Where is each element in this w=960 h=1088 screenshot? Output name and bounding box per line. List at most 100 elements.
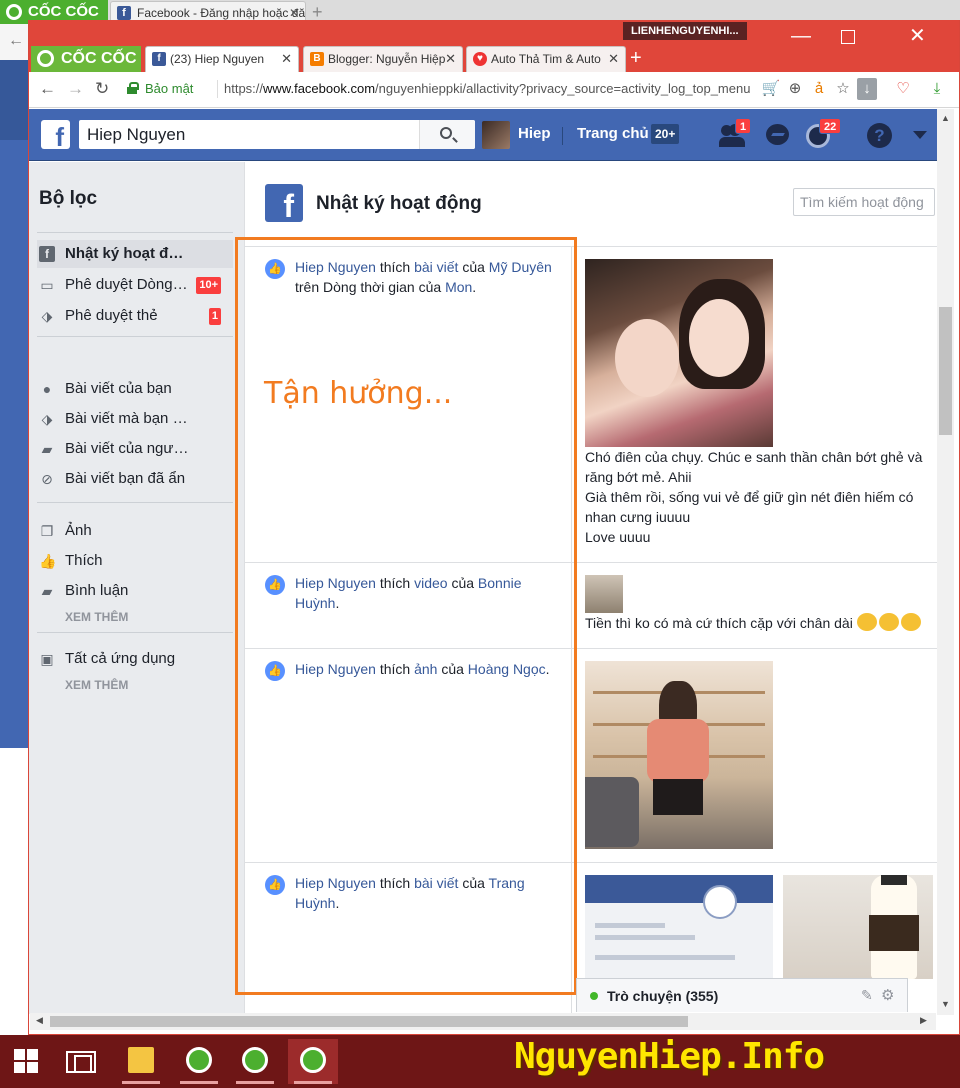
scroll-down-icon[interactable]: ▼ — [941, 999, 950, 1009]
comment-icon: ▰ — [41, 583, 53, 599]
zoom-icon[interactable]: ⊕ — [785, 78, 805, 100]
sidebar-item-all-apps[interactable]: ▣ Tất cả ứng dụng — [37, 645, 233, 673]
tab-facebook[interactable]: f (23) Hiep Nguyen ✕ — [145, 46, 299, 72]
back-arrow-icon[interactable]: ← — [8, 32, 24, 50]
sidebar-item-tag-review[interactable]: ⬗ Phê duyệt thẻ 1 — [37, 302, 233, 330]
back-button[interactable]: ← — [39, 80, 56, 98]
laughing-cat-emoji-icon — [878, 613, 899, 631]
profile-label[interactable]: LIENHENGUYENHI... — [623, 22, 747, 40]
scroll-left-icon[interactable]: ◀ — [36, 1015, 43, 1026]
activity-media — [585, 875, 937, 979]
tab-blogger[interactable]: B Blogger: Nguyễn Hiệp ✕ — [303, 46, 463, 72]
sidebar-item-timeline-review[interactable]: ▭Phê duyệt Dòng thời gian10+ — [37, 271, 233, 299]
hidden-icon: ⊘ — [41, 471, 53, 487]
address-bar: ← → ↻ Bảo mật https://www.facebook.com/n… — [29, 72, 959, 108]
coccoc-taskbar-icon[interactable] — [230, 1039, 280, 1084]
help-icon[interactable]: ? — [867, 122, 895, 148]
divider — [37, 336, 233, 337]
liked-photo[interactable] — [585, 661, 773, 849]
sidebar-item-hidden-posts[interactable]: ⊘ Bài viết bạn đã ẩn — [37, 465, 233, 493]
activity-search-input[interactable] — [794, 189, 934, 215]
task-view-icon[interactable] — [66, 1051, 96, 1073]
address-bar-icons: 🛒 ⊕ ả ☆ ↓ ♡ ⤓ — [761, 78, 947, 100]
sidebar-item-likes[interactable]: 👍 Thích — [37, 547, 233, 575]
close-window-button[interactable]: ✕ — [909, 26, 926, 46]
close-tab-icon[interactable]: ✕ — [281, 47, 292, 71]
account-menu-caret-icon[interactable] — [911, 122, 939, 148]
notifications-icon[interactable]: 22 — [805, 118, 842, 148]
minimize-button[interactable]: — — [791, 26, 811, 46]
friend-requests-icon[interactable]: 1 — [719, 118, 752, 148]
cart-icon[interactable]: 🛒 — [761, 78, 781, 100]
coccoc-taskbar-icon[interactable] — [174, 1039, 224, 1084]
lock-icon — [127, 82, 139, 94]
sidebar-item-your-posts[interactable]: ● Bài viết của bạn — [37, 375, 233, 403]
search-input[interactable] — [87, 123, 417, 146]
title-bar: CỐC CỐC LIENHENGUYENHI... — ✕ f (23) Hiep… — [29, 20, 959, 72]
post-screenshot-image[interactable] — [585, 875, 773, 979]
download-arrow-icon[interactable]: ↓ — [857, 78, 877, 100]
maximize-button[interactable] — [841, 26, 855, 48]
scroll-right-icon[interactable]: ▶ — [920, 1015, 927, 1026]
facebook-logo-icon[interactable]: f — [41, 120, 70, 149]
divider — [37, 232, 233, 233]
background-new-tab-icon[interactable]: + — [312, 2, 323, 22]
scroll-thumb[interactable] — [939, 307, 952, 435]
divider — [37, 502, 233, 503]
home-link[interactable]: Trang chủ — [577, 125, 649, 142]
scroll-up-icon[interactable]: ▲ — [941, 113, 950, 123]
coccoc-icon — [6, 4, 22, 20]
post-product-image[interactable] — [783, 875, 933, 979]
browser-logo[interactable]: CỐC CỐC — [31, 46, 141, 72]
video-thumbnail[interactable] — [585, 575, 623, 613]
chat-bar[interactable]: Trò chuyện (355) ✎ ⚙ — [576, 978, 908, 1012]
friend-requests-badge: 1 — [735, 118, 752, 134]
facebook-header: f Hiep Trang chủ 20+ 1 22 ? — [29, 109, 937, 161]
file-explorer-icon[interactable] — [116, 1039, 166, 1084]
avatar[interactable] — [482, 121, 510, 149]
forward-button[interactable]: → — [67, 80, 84, 98]
watermark: NguyenHiep.Info — [514, 1036, 825, 1077]
video-caption: Tiền thì ko có mà cứ thích cặp với chân … — [585, 613, 937, 633]
close-tab-icon[interactable]: ✕ — [608, 47, 619, 71]
sidebar-item-others-posts[interactable]: ▰Bài viết của người khác — [37, 435, 233, 463]
tab-auto-tha-tim[interactable]: ♥ Auto Thả Tim & Auto ✕ — [466, 46, 626, 72]
new-tab-button[interactable]: + — [630, 48, 642, 68]
vertical-scrollbar[interactable]: ▲ ▼ — [937, 109, 954, 1015]
like-icon: 👍 — [39, 553, 57, 569]
search-button[interactable] — [419, 120, 475, 149]
activity-media: Tiền thì ko có mà cứ thích cặp với chân … — [585, 575, 937, 633]
facebook-search — [79, 120, 475, 149]
see-more-link[interactable]: XEM THÊM — [65, 610, 128, 624]
sidebar-item-comments[interactable]: ▰ Bình luận — [37, 577, 233, 605]
shield-extension-icon[interactable]: ♡ — [893, 78, 913, 100]
sidebar-item-photos[interactable]: ❐ Ảnh — [37, 517, 233, 545]
post-caption: Chó điên của chụy. Chúc e sanh thần chân… — [585, 449, 923, 545]
activity-search — [793, 188, 935, 216]
laughing-cat-emoji-icon — [900, 613, 921, 631]
post-photo[interactable] — [585, 259, 773, 447]
laughing-cat-emoji-icon — [856, 613, 877, 631]
horizontal-scrollbar[interactable]: ◀ ▶ — [30, 1013, 936, 1030]
gear-icon[interactable]: ⚙ — [881, 986, 894, 1004]
coccoc-taskbar-icon-active[interactable] — [288, 1039, 338, 1084]
star-icon[interactable]: ☆ — [833, 78, 853, 100]
divider — [37, 632, 233, 633]
close-tab-icon[interactable]: ✕ — [445, 47, 456, 71]
scroll-thumb[interactable] — [50, 1016, 688, 1027]
profile-link[interactable]: Hiep — [518, 125, 551, 142]
windows-start-icon[interactable] — [14, 1049, 38, 1073]
reload-button[interactable]: ↻ — [95, 80, 109, 98]
sidebar-item-activity-log[interactable]: f Nhật ký hoạt động — [37, 240, 233, 268]
sidebar-item-tagged-posts[interactable]: ⬗Bài viết mà bạn được gắn thẻ — [37, 405, 233, 433]
sidebar-title: Bộ lọc — [39, 188, 98, 209]
messenger-icon[interactable] — [764, 122, 792, 148]
url-field[interactable]: https://www.facebook.com/nguyenhieppki/a… — [217, 80, 757, 98]
see-more-link[interactable]: XEM THÊM — [65, 678, 128, 692]
photos-icon: ❐ — [40, 523, 54, 539]
comment-icon: ▰ — [41, 441, 53, 457]
new-message-icon[interactable]: ✎ — [861, 987, 873, 1004]
download-icon[interactable]: ⤓ — [927, 78, 947, 100]
secure-label[interactable]: Bảo mật — [145, 80, 193, 98]
translate-icon[interactable]: ả — [809, 78, 829, 100]
